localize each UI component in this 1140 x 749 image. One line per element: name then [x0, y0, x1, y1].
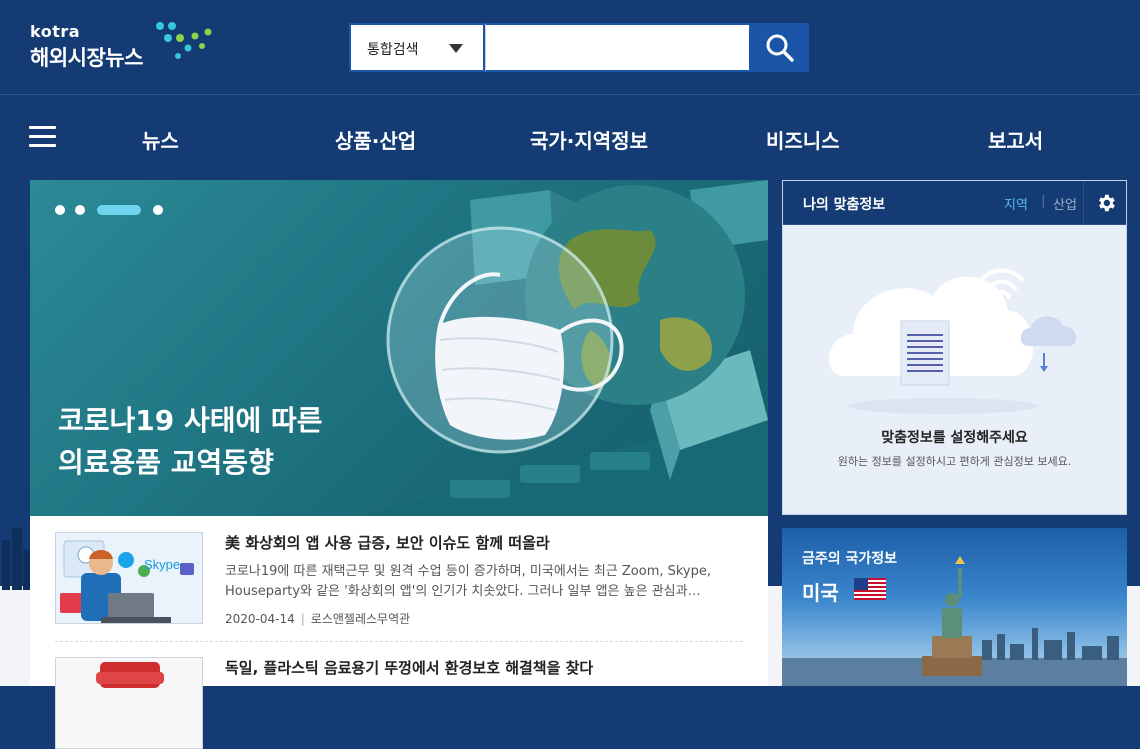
custom-info-message: 맞춤정보를 설정해주세요 — [881, 430, 1028, 446]
tab-separator: | — [1041, 194, 1046, 209]
search-scope-select[interactable]: 통합검색 — [349, 23, 485, 72]
news-title[interactable]: 美 화상회의 앱 사용 급증, 보안 이슈도 함께 떠올라 — [225, 532, 550, 553]
list-item[interactable]: Skype 美 화상회의 앱 사용 급증, 보안 이슈도 함께 떠올라 코로나1… — [55, 532, 745, 632]
news-thumbnail-image — [56, 658, 202, 748]
hero-slide-dot-1[interactable] — [55, 205, 65, 215]
hero-slide-dot-4[interactable] — [153, 205, 163, 215]
hamburger-icon — [29, 126, 56, 129]
news-divider — [55, 641, 743, 642]
search-icon — [766, 34, 794, 62]
news-title[interactable]: 독일, 플라스틱 음료용기 뚜껑에서 환경보호 해결책을 찾다 — [225, 657, 593, 678]
hero-title-line-2: 의료용품 교역동향 — [58, 446, 274, 479]
site-logo[interactable]: kotra 해외시장뉴스 — [30, 22, 220, 72]
hero-slide-dot-2[interactable] — [75, 205, 85, 215]
logo-brand: kotra — [30, 22, 81, 41]
news-thumbnail-caption: Skype — [144, 557, 181, 572]
tab-region[interactable]: 지역 — [1004, 194, 1028, 213]
country-info-panel[interactable]: 금주의 국가정보 미국 — [782, 528, 1127, 686]
search-button[interactable] — [751, 23, 809, 72]
hamburger-icon — [29, 135, 56, 138]
logo-dots-icon — [156, 22, 212, 59]
custom-info-title: 나의 맞춤정보 — [803, 197, 886, 213]
custom-info-panel: 나의 맞춤정보 지역 | 산업 맞춤정보를 설정해주세요 원하는 정보를 설정하… — [782, 180, 1127, 515]
news-thumbnail[interactable] — [55, 657, 203, 749]
list-item[interactable]: 독일, 플라스틱 음료용기 뚜껑에서 환경보호 해결책을 찾다 — [55, 657, 745, 749]
hero-title: 코로나19 사태에 따른 의료용품 교역동향 — [58, 400, 418, 484]
custom-info-header: 나의 맞춤정보 지역 | 산업 — [783, 181, 1126, 225]
nav-item-news[interactable]: 뉴스 — [142, 125, 179, 154]
logo-title: 해외시장뉴스 — [30, 46, 143, 70]
menu-button[interactable] — [29, 126, 56, 148]
hero-banner[interactable]: 코로나19 사태에 따른 의료용품 교역동향 — [30, 180, 768, 516]
search-bar: 통합검색 — [349, 23, 809, 72]
settings-button[interactable] — [1083, 181, 1127, 224]
news-summary: 코로나19에 따른 재택근무 및 원격 수업 등이 증가하며, 미국에서는 최근… — [225, 564, 712, 599]
cloud-document-illustration — [829, 268, 1077, 414]
meta-separator: | — [300, 612, 305, 626]
news-meta: 2020-04-14 | 로스앤젤레스무역관 — [225, 610, 410, 627]
tab-industry[interactable]: 산업 — [1053, 194, 1077, 213]
search-input[interactable] — [485, 23, 751, 72]
nav-item-products-industry[interactable]: 상품·산업 — [335, 125, 416, 154]
nav-item-reports[interactable]: 보고서 — [988, 125, 1043, 154]
news-source: 로스앤젤레스무역관 — [310, 612, 411, 626]
gear-icon — [1099, 194, 1115, 212]
hero-title-line-1: 코로나19 사태에 따른 — [58, 404, 323, 437]
news-thumbnail-image — [56, 533, 202, 623]
city-skyline-decoration — [2, 528, 30, 590]
news-list: Skype 美 화상회의 앱 사용 급증, 보안 이슈도 함께 떠올라 코로나1… — [30, 516, 768, 749]
country-name: 미국 — [802, 581, 839, 605]
us-flag-icon — [854, 578, 886, 600]
custom-info-sub-message: 원하는 정보를 설정하시고 편하게 관심정보 보세요. — [837, 455, 1072, 468]
header-divider — [0, 94, 1140, 95]
news-thumbnail[interactable]: Skype — [55, 532, 203, 624]
nav-item-country-region[interactable]: 국가·지역정보 — [530, 125, 648, 154]
hero-slide-dot-3-active[interactable] — [97, 205, 141, 215]
hamburger-icon — [29, 144, 56, 147]
search-scope-label: 통합검색 — [367, 42, 419, 58]
nav-item-business[interactable]: 비즈니스 — [766, 125, 840, 154]
news-date: 2020-04-14 — [225, 612, 295, 626]
chevron-down-icon — [449, 44, 463, 53]
country-info-label: 금주의 국가정보 — [802, 551, 898, 567]
